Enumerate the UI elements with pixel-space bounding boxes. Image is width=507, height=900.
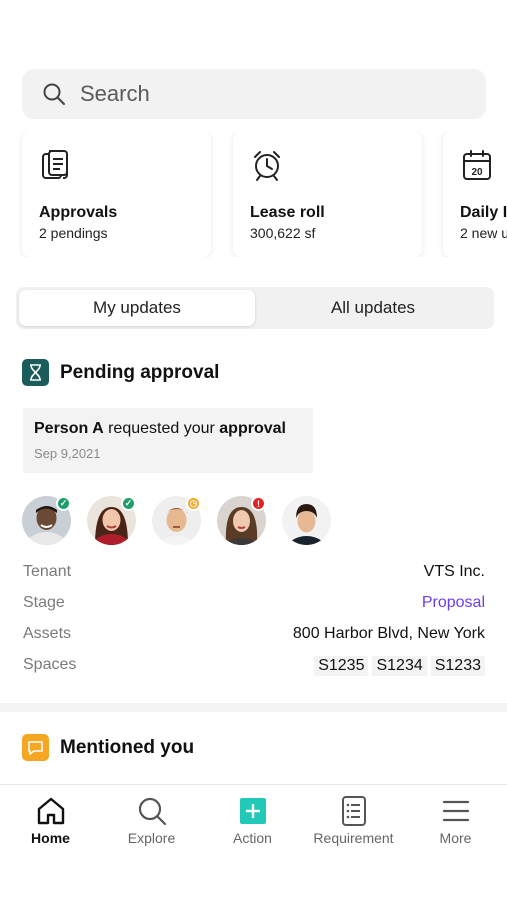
approved-check-icon: ✓: [56, 496, 71, 511]
space-chip[interactable]: S1233: [430, 656, 485, 676]
document-stack-icon: [42, 150, 68, 179]
tenant-value: VTS Inc.: [423, 563, 485, 580]
card-subtitle: 300,622 sf: [250, 225, 316, 241]
search-placeholder: Search: [80, 81, 150, 106]
spaces-values: S1235 S1234 S1233: [310, 656, 485, 676]
tab-label: Home: [31, 830, 70, 846]
stage-label: Stage: [23, 594, 65, 611]
tab-action[interactable]: Action: [202, 795, 303, 851]
tenant-label: Tenant: [23, 563, 72, 580]
spaces-label: Spaces: [23, 656, 77, 673]
rejected-alert-icon: !: [251, 496, 266, 511]
menu-icon: [442, 800, 469, 822]
space-chip[interactable]: S1234: [372, 656, 427, 676]
request-text: Person A requested your approval: [34, 420, 286, 438]
search-icon: [43, 83, 65, 105]
assets-row: Assets 800 Harbor Blvd, New York: [23, 625, 485, 647]
request-action: requested your: [103, 420, 220, 437]
section-title: Pending approval: [60, 361, 220, 383]
section-divider: [0, 703, 507, 712]
pending-clock-icon: ◷: [186, 496, 201, 511]
request-date: Sep 9,2021: [34, 446, 101, 461]
pending-approval-header: Pending approval: [22, 359, 219, 386]
plus-square-icon: [239, 798, 266, 824]
tab-requirement[interactable]: Requirement: [303, 795, 404, 851]
tenant-row: Tenant VTS Inc.: [23, 563, 485, 585]
card-title: Approvals: [39, 204, 118, 221]
tab-label: Explore: [127, 830, 176, 846]
list-document-icon: [341, 796, 366, 826]
tab-label: More: [439, 830, 472, 846]
space-chip[interactable]: S1235: [314, 656, 369, 676]
tab-label: Action: [233, 830, 272, 846]
approved-check-icon: ✓: [121, 496, 136, 511]
alarm-clock-icon: [254, 151, 280, 181]
card-subtitle: 2 pendings: [39, 225, 108, 241]
mentioned-header: Mentioned you: [22, 734, 194, 761]
request-object: approval: [219, 420, 286, 437]
stage-row: Stage Proposal: [23, 594, 485, 616]
requester-name: Person A: [34, 420, 104, 437]
bottom-tab-bar: Home Explore Action Requirement More: [0, 784, 507, 854]
updates-segmented-control: My updates All updates: [16, 287, 494, 329]
assets-label: Assets: [23, 625, 72, 642]
daily-card[interactable]: 20 Daily I 2 new u: [443, 132, 507, 257]
home-icon: [37, 797, 64, 825]
card-title: Lease roll: [250, 204, 325, 221]
search-icon: [138, 797, 166, 826]
card-subtitle: 2 new u: [460, 225, 507, 241]
tab-more[interactable]: More: [405, 795, 506, 851]
spaces-row: Spaces S1235 S1234 S1233: [23, 656, 485, 678]
tab-all-updates[interactable]: All updates: [255, 290, 491, 326]
tab-my-updates[interactable]: My updates: [19, 290, 255, 326]
calendar-icon: 20: [463, 150, 491, 180]
summary-cards: Approvals 2 pendings Lease roll 300,622 …: [0, 132, 507, 257]
hourglass-icon: [22, 359, 49, 386]
approvals-card[interactable]: Approvals 2 pendings: [22, 132, 211, 257]
stage-value[interactable]: Proposal: [422, 594, 485, 612]
section-title: Mentioned you: [60, 736, 195, 758]
avatar[interactable]: [282, 496, 331, 545]
tab-label: Requirement: [313, 830, 394, 846]
search-bar[interactable]: Search: [22, 69, 486, 119]
card-title: Daily I: [460, 204, 507, 221]
tab-explore[interactable]: Explore: [101, 795, 202, 851]
lease-roll-card[interactable]: Lease roll 300,622 sf: [233, 132, 422, 257]
assets-value: 800 Harbor Blvd, New York: [292, 625, 485, 642]
tab-home[interactable]: Home: [0, 795, 101, 851]
approval-request-card[interactable]: Person A requested your approval Sep 9,2…: [23, 408, 313, 473]
calendar-day-text: 20: [471, 167, 483, 178]
chat-bubble-icon: [22, 734, 49, 761]
